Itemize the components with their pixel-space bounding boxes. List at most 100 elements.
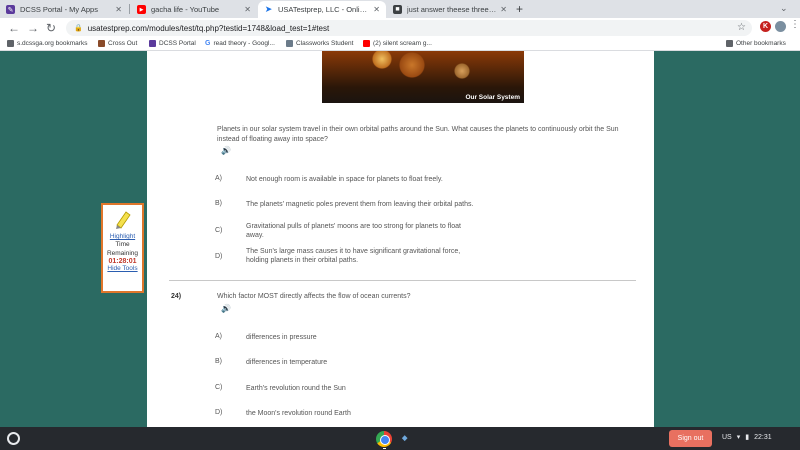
- close-icon[interactable]: ✕: [115, 5, 122, 14]
- other-bookmarks[interactable]: Other bookmarks: [726, 40, 786, 47]
- folder-icon: [726, 40, 733, 47]
- bookmark-label: DCSS Portal: [159, 40, 196, 47]
- folder-icon: [7, 40, 14, 47]
- brainly-icon: ■: [393, 5, 402, 14]
- bookmark-cross-out[interactable]: Cross Out: [98, 40, 137, 47]
- option-text[interactable]: The Sun's large mass causes it to have s…: [246, 247, 460, 265]
- bookmark-label: Other bookmarks: [736, 40, 786, 47]
- locale-indicator: US: [722, 433, 732, 441]
- tab-title: gacha life - YouTube: [151, 5, 220, 14]
- close-icon[interactable]: ✕: [373, 5, 380, 14]
- question-divider: [169, 280, 636, 281]
- tab-title: USATestprep, LLC - Online State: [278, 5, 369, 14]
- bookmark-dcss-portal[interactable]: DCSS Portal: [149, 40, 196, 47]
- tab-separator: [129, 4, 130, 14]
- question-text: Which factor MOST directly affects the f…: [217, 293, 411, 300]
- option-text[interactable]: Earth's revolution round the Sun: [246, 384, 346, 393]
- bookmark-label: (2) silent scream g...: [373, 40, 432, 47]
- youtube-icon: ▶: [137, 5, 146, 14]
- image-caption: Our Solar System: [465, 94, 520, 101]
- menu-icon[interactable]: ⋮: [790, 19, 800, 30]
- avatar[interactable]: [775, 21, 786, 32]
- bookmark-label: read theory - Googl...: [213, 40, 275, 47]
- option-line: Gravitational pulls of planets' moons ar…: [246, 223, 461, 230]
- bookmark-read-theory[interactable]: G read theory - Googl...: [205, 40, 275, 47]
- address-bar[interactable]: 🔒 usatestprep.com/modules/test/tq.php?te…: [66, 20, 752, 36]
- option-letter[interactable]: A): [215, 175, 222, 182]
- close-icon[interactable]: ✕: [244, 5, 251, 14]
- dcss-portal-icon: [149, 40, 156, 47]
- option-line: The planets' magnetic poles prevent them…: [246, 201, 474, 208]
- speaker-icon[interactable]: 🔊: [221, 146, 231, 155]
- option-text[interactable]: Not enough room is available in space fo…: [246, 175, 443, 184]
- tab-brainly[interactable]: ■ just answer theese three qestion ✕: [387, 1, 513, 18]
- bookmark-silent-scream[interactable]: (2) silent scream g...: [363, 40, 432, 47]
- speaker-icon[interactable]: 🔊: [221, 304, 231, 313]
- tab-title: just answer theese three qestion: [407, 5, 496, 14]
- youtube-icon: [363, 40, 370, 47]
- highlight-link[interactable]: Highlight: [103, 233, 142, 240]
- option-letter[interactable]: B): [215, 200, 222, 207]
- status-tray[interactable]: US ▾ ▮ 22:31: [722, 433, 772, 442]
- bookmarks-bar: s.dcssga.org bookmarks Cross Out DCSS Po…: [0, 38, 800, 51]
- option-line: away.: [246, 232, 264, 239]
- question-number: 24): [171, 293, 182, 300]
- chrome-app-icon[interactable]: [376, 431, 392, 447]
- wifi-icon: ▾: [736, 434, 741, 441]
- tab-youtube[interactable]: ▶ gacha life - YouTube ✕: [131, 1, 257, 18]
- bookmark-folder[interactable]: s.dcssga.org bookmarks: [7, 40, 87, 47]
- tab-title: DCSS Portal - My Apps: [20, 5, 98, 14]
- bookmark-star-icon[interactable]: ☆: [737, 22, 746, 33]
- option-letter[interactable]: C): [215, 384, 222, 391]
- new-tab-icon[interactable]: +: [516, 2, 523, 16]
- google-icon: G: [205, 40, 211, 47]
- bookmark-classworks[interactable]: Classworks Student: [286, 40, 353, 47]
- forward-icon[interactable]: →: [27, 21, 39, 35]
- crossout-icon: [98, 40, 105, 47]
- clock: 22:31: [754, 433, 772, 441]
- extension-k-icon[interactable]: K: [760, 21, 771, 32]
- classworks-icon: [286, 40, 293, 47]
- back-icon[interactable]: ←: [8, 21, 20, 35]
- tab-dcss-portal[interactable]: ✎ DCSS Portal - My Apps ✕: [0, 1, 128, 18]
- option-text[interactable]: Gravitational pulls of planets' moons ar…: [246, 222, 461, 240]
- address-url: usatestprep.com/modules/test/tq.php?test…: [87, 23, 330, 33]
- option-line: Not enough room is available in space fo…: [246, 176, 443, 183]
- tools-widget: Highlight Time Remaining 01:28:01 Hide T…: [101, 203, 144, 293]
- option-text[interactable]: The planets' magnetic poles prevent them…: [246, 200, 473, 209]
- test-page: Our Solar System Planets in our solar sy…: [147, 51, 654, 427]
- launcher-icon[interactable]: [7, 432, 20, 445]
- app-running-indicator: [383, 448, 386, 449]
- hide-tools-link[interactable]: Hide Tools: [103, 265, 142, 272]
- lock-icon: 🔒: [74, 25, 83, 32]
- pinned-app-icon[interactable]: ◆: [402, 434, 424, 444]
- close-icon[interactable]: ✕: [500, 5, 507, 14]
- usatestprep-icon: ➤: [264, 4, 273, 14]
- highlighter-icon[interactable]: [103, 205, 142, 233]
- solar-system-image: Our Solar System: [322, 51, 524, 103]
- tab-usatestprep[interactable]: ➤ USATestprep, LLC - Online State ✕: [258, 1, 386, 18]
- option-line: holding planets in their orbital paths.: [246, 257, 359, 264]
- option-letter[interactable]: D): [215, 409, 222, 416]
- option-text[interactable]: differences in temperature: [246, 358, 327, 367]
- option-letter[interactable]: D): [215, 253, 222, 260]
- sign-out-button[interactable]: Sign out: [669, 430, 712, 447]
- bookmark-label: s.dcssga.org bookmarks: [17, 40, 88, 47]
- bookmark-label: Cross Out: [108, 40, 138, 47]
- time-label: Time: [115, 241, 130, 248]
- question-text: Planets in our solar system travel in th…: [217, 125, 619, 145]
- bookmark-label: Classworks Student: [296, 40, 354, 47]
- dcss-portal-icon: ✎: [6, 5, 15, 14]
- reload-icon[interactable]: ↻: [46, 21, 56, 35]
- option-text[interactable]: differences in pressure: [246, 333, 317, 342]
- chevron-down-icon[interactable]: ⌄: [780, 3, 788, 14]
- question-text-line: instead of floating away into space?: [217, 136, 328, 143]
- option-text[interactable]: the Moon's revolution round Earth: [246, 409, 351, 418]
- tab-strip: ✎ DCSS Portal - My Apps ✕ ▶ gacha life -…: [0, 0, 800, 18]
- option-letter[interactable]: A): [215, 333, 222, 340]
- chromeos-shelf: ◆ Sign out US ▾ ▮ 22:31: [0, 427, 800, 450]
- option-letter[interactable]: C): [215, 227, 222, 234]
- battery-icon: ▮: [745, 434, 750, 441]
- browser-toolbar: ← → ↻ 🔒 usatestprep.com/modules/test/tq.…: [0, 18, 800, 38]
- option-letter[interactable]: B): [215, 358, 222, 365]
